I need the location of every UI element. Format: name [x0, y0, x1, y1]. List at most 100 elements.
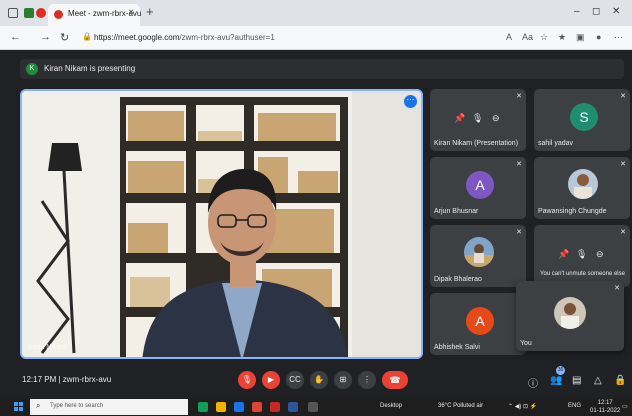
self-name: You — [520, 340, 532, 347]
camera-off-button[interactable]: ▶ — [262, 371, 280, 389]
new-tab-button[interactable]: + — [146, 5, 154, 18]
more-options-button[interactable]: ⋯ — [404, 95, 417, 108]
tile-name: Pawansingh Chungde — [538, 208, 607, 215]
maximize-button[interactable]: ◻ — [592, 6, 600, 17]
tab-meet[interactable]: Meet - zwm-rbrx-avu × — [48, 4, 141, 26]
tile-participant[interactable]: ✕ S sahil yadav — [534, 89, 630, 151]
presenting-banner: K Kiran Nikam is presenting — [20, 59, 624, 79]
tab-actions-icon[interactable] — [24, 8, 34, 18]
pin-icon[interactable]: 📌 — [454, 113, 465, 124]
url-field[interactable]: 🔒 https://meet.google.com/zwm-rbrx-avu?a… — [80, 29, 494, 47]
meeting-details-icon[interactable]: ⓘ — [528, 375, 538, 390]
word-icon[interactable] — [288, 402, 298, 412]
favorites-icon[interactable]: ★ — [558, 32, 566, 43]
chat-icon[interactable]: ▤ — [572, 375, 581, 386]
tile-participant[interactable]: ✕ Pawansingh Chungde — [534, 157, 630, 219]
lock-icon: 🔒 — [82, 32, 92, 41]
meet-favicon-icon — [54, 10, 63, 19]
address-bar: ← → ↻ 🔒 https://meet.google.com/zwm-rbrx… — [0, 26, 632, 50]
edge-browser-icon[interactable] — [234, 402, 244, 412]
tab-close-button[interactable]: × — [128, 7, 134, 18]
file-explorer-icon[interactable] — [216, 402, 226, 412]
recording-indicator-icon — [36, 8, 46, 18]
self-view-tile[interactable]: ✕ You — [516, 281, 624, 351]
mic-off-button[interactable]: 🎙 — [238, 371, 256, 389]
meeting-controls-bar: 12:17 PM | zwm-rbrx-avu 🎙 ▶ CC ✋ ⊞ ⋮ ☎ ⓘ… — [0, 362, 632, 398]
profile-photo-icon — [574, 174, 592, 199]
avatar: S — [570, 103, 598, 131]
tile-participant[interactable]: ✕ A Arjun Bhusnar — [430, 157, 526, 219]
meeting-time-and-code: 12:17 PM | zwm-rbrx-avu — [22, 375, 112, 384]
windows-start-icon[interactable] — [14, 402, 24, 412]
muted-mic-icon: ✕ — [620, 161, 626, 168]
search-placeholder: Type here to search — [50, 403, 104, 409]
pin-icon[interactable]: 📌 — [558, 249, 569, 260]
desktop-label[interactable]: Desktop — [380, 403, 402, 409]
tile-presentation[interactable]: ✕ 📌 🎙 ⊖ Kiran Nikam (Presentation) — [430, 89, 526, 151]
browser-tab-bar: Meet - zwm-rbrx-avu × + – ◻ ✕ — [0, 0, 632, 26]
remove-icon[interactable]: ⊖ — [596, 249, 604, 260]
present-button[interactable]: ⊞ — [334, 371, 352, 389]
avatar: A — [466, 307, 494, 335]
tile-name: sahil yadav — [538, 140, 574, 147]
end-call-button[interactable]: ☎ — [382, 371, 408, 389]
notifications-icon[interactable]: ▭ — [622, 403, 628, 410]
back-icon[interactable]: ← — [10, 31, 21, 43]
tile-name: Kiran Nikam (Presentation) — [434, 140, 519, 147]
language-indicator[interactable]: ENG — [568, 403, 581, 409]
tile-name: Abhishek Salvi — [434, 344, 480, 351]
participant-count-badge: 36 — [556, 366, 565, 375]
muted-mic-icon: ✕ — [516, 229, 522, 236]
remove-icon[interactable]: ⊖ — [492, 113, 500, 124]
refresh-icon[interactable]: ↻ — [60, 31, 69, 44]
mute-icon[interactable]: 🎙 — [472, 113, 483, 124]
host-controls-icon[interactable]: 🔒 — [614, 375, 626, 386]
system-tray-icons[interactable]: ⌃ ◀) ⊡ ⚡ — [508, 403, 537, 410]
more-menu-icon[interactable]: ⋯ — [614, 32, 623, 43]
tile-name: Dipak Bhalerao — [434, 276, 482, 283]
minimize-button[interactable]: – — [574, 6, 580, 17]
stage-participant-name: Kiran Nikam — [28, 344, 67, 351]
muted-mic-icon: ✕ — [620, 229, 626, 236]
read-aloud-icon[interactable]: A — [506, 32, 512, 42]
muted-mic-icon: ✕ — [516, 93, 522, 100]
avatar — [568, 169, 598, 199]
weather-widget[interactable]: 36°C Polluted air — [438, 403, 483, 409]
main-video-stage[interactable]: ⋯ Kiran Nikam — [20, 89, 423, 359]
task-view-icon[interactable] — [198, 402, 208, 412]
window-menu-icon[interactable] — [8, 8, 18, 18]
presenter-avatar: K — [26, 63, 38, 75]
taskbar-search-box[interactable]: ⌕ Type here to search — [30, 399, 188, 415]
raise-hand-button[interactable]: ✋ — [310, 371, 328, 389]
windows-taskbar: ⌕ Type here to search Desktop 36°C Pollu… — [0, 398, 632, 416]
avatar — [464, 237, 494, 267]
tile-participant[interactable]: ✕ Dipak Bhalerao — [430, 225, 526, 287]
taskbar-clock[interactable]: 12:17 01-11-2022 — [590, 399, 620, 415]
profile-photo-icon — [464, 244, 494, 267]
reader-icon[interactable]: Aa — [522, 32, 533, 42]
tile-participant-hover[interactable]: ✕ 📌 🎙 ⊖ You can't unmute someone else — [534, 225, 630, 287]
people-icon[interactable]: 👥 — [550, 375, 562, 386]
unmute-hint: You can't unmute someone else — [540, 271, 625, 277]
captions-button[interactable]: CC — [286, 371, 304, 389]
collections-icon[interactable]: ▣ — [576, 32, 585, 43]
activities-icon[interactable]: △ — [594, 375, 602, 386]
app-icon[interactable] — [308, 402, 318, 412]
presenting-text: Kiran Nikam is presenting — [44, 64, 136, 73]
self-photo-icon — [561, 303, 579, 329]
chrome-icon[interactable] — [252, 402, 262, 412]
muted-mic-icon: ✕ — [614, 285, 620, 292]
tile-name: Arjun Bhusnar — [434, 208, 479, 215]
pdf-reader-icon[interactable] — [270, 402, 280, 412]
speaker-video-scene — [22, 91, 421, 357]
profile-icon[interactable]: ● — [596, 32, 601, 42]
tile-participant[interactable]: ✕ A Abhishek Salvi — [430, 293, 526, 355]
favorite-star-icon[interactable]: ☆ — [540, 32, 548, 43]
avatar: A — [466, 171, 494, 199]
forward-icon[interactable]: → — [40, 31, 51, 43]
more-options-button[interactable]: ⋮ — [358, 371, 376, 389]
mute-icon[interactable]: 🎙 — [576, 249, 587, 260]
window-close-button[interactable]: ✕ — [612, 6, 620, 17]
search-icon: ⌕ — [36, 401, 41, 410]
muted-mic-icon: ✕ — [516, 161, 522, 168]
